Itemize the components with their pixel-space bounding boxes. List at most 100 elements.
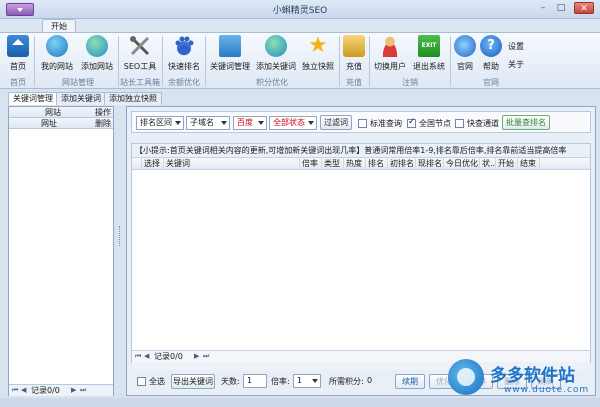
add-site-button[interactable]: 添加网站 [78,35,116,72]
column-today-opt[interactable]: 今日优化 [444,158,480,170]
column-select[interactable]: 选择 [142,158,164,170]
status-select[interactable]: 全部状态 [269,116,317,130]
precise-query-label: 标准查询 [370,119,402,128]
help-icon: ? [480,35,502,57]
first-page-icon[interactable]: ⏮ [135,351,141,362]
seo-tools-button[interactable]: SEO工具 [122,35,158,72]
engine-value: 百度 [237,118,253,127]
quick-rank-button[interactable]: 快速排名 [166,35,202,72]
sort-select[interactable]: 排名区间 [136,116,184,130]
tools-icon-svg [130,36,150,56]
group-label-points-opt: 积分优化 [256,78,288,87]
continue-button[interactable]: 续期 [395,374,425,389]
select-all-checkbox[interactable] [137,377,146,386]
all-nodes-label: 全国节点 [419,119,451,128]
home-button[interactable]: 首页 [6,35,30,72]
close-button[interactable]: ✕ [574,2,594,14]
prev-page-icon[interactable]: ◀ [144,351,149,362]
panel-splitter[interactable] [117,106,123,396]
about-button[interactable]: 关于 [506,59,526,70]
home-icon [7,35,29,57]
days-input[interactable]: 1 [243,374,267,388]
column-end[interactable]: 结束 [518,158,540,170]
filter-words-button[interactable]: 过滤词 [320,115,352,130]
exit-system-button[interactable]: EXIT 退出系统 [411,35,447,72]
title-bar: 小蝌精灵SEO – □ ✕ [0,0,600,19]
column-heat[interactable]: 热度 [344,158,366,170]
grid-header: 选择 关键词 倍率 类型 热度 排名 初排名 现排名 今日优化 状... 开始 … [132,158,590,170]
all-nodes-checkbox[interactable] [407,117,416,128]
fast-channel-label: 快查通道 [467,119,499,128]
globe-plus-icon [265,35,287,57]
column-keyword[interactable]: 关键词 [164,158,300,170]
recharge-button[interactable]: 充值 [342,35,366,72]
batch-rank-button[interactable]: 批量查排名 [502,115,550,130]
help-button[interactable]: ? 帮助 [480,35,502,72]
next-page-icon[interactable]: ▶ [194,351,199,362]
splitter-grip [119,226,121,246]
site-list-header: 网站 操作 [9,107,113,118]
group-label-site-manage: 网站管理 [62,78,94,87]
snapshot-label: 独立快照 [302,62,334,71]
snapshot-button[interactable]: ★ 独立快照 [300,35,336,72]
group-label-home: 首页 [10,78,26,87]
watermark-name: 多多软件站 [490,366,575,386]
network-icon [219,35,241,57]
settings-button[interactable]: 设置 [506,41,526,52]
precise-query-checkbox[interactable] [358,119,367,128]
minimize-button[interactable]: – [536,2,550,14]
tab-start[interactable]: 开始 [42,19,76,33]
panel-tab-row: 关键词管理 添加关键词 添加独立快照 [0,90,600,105]
column-rate[interactable]: 倍率 [300,158,322,170]
column-start[interactable]: 开始 [496,158,518,170]
ribbon: 首页 我的网站 添加网站 SEO工具 快速排名 关键词管理 添加关键词 ★ 独立… [0,32,600,89]
site-list-subheader: 网址 删除 [9,118,113,129]
add-keyword-button[interactable]: 添加关键词 [254,35,298,72]
add-site-label: 添加网站 [81,62,113,71]
ribbon-tab-row: 开始 [0,19,600,33]
chevron-down-icon [308,121,314,125]
seo-tools-label: SEO工具 [123,62,157,71]
watermark-logo-icon [448,359,484,395]
official-site-button[interactable]: 官网 [454,35,476,72]
tab-add-keyword[interactable]: 添加关键词 [56,92,106,105]
money-icon [343,35,365,57]
last-page-icon[interactable]: ⏭ [203,351,209,362]
keyword-manage-button[interactable]: 关键词管理 [208,35,252,72]
column-type[interactable]: 类型 [322,158,344,170]
maximize-button[interactable]: □ [554,2,568,14]
keyword-panel: 排名区间 子域名 百度 全部状态 过滤词 标准查询 全国节点 快查通道 批量查排… [126,106,596,396]
first-page-icon[interactable]: ⏮ [12,385,18,396]
engine-select[interactable]: 百度 [233,116,267,130]
fast-channel-checkbox[interactable] [455,119,464,128]
column-current-rank[interactable]: 现排名 [416,158,444,170]
group-label-logout: 注销 [402,78,418,87]
column-action: 操作 [95,108,111,117]
tab-add-snapshot[interactable]: 添加独立快照 [104,92,162,105]
column-initial-rank[interactable]: 初排名 [388,158,416,170]
column-status[interactable]: 状... [480,158,496,170]
subdomain-value: 子域名 [190,118,214,127]
rate-select[interactable]: 1 [293,374,321,388]
group-label-recharge: 充值 [346,78,362,87]
switch-user-label: 切换用户 [374,62,406,71]
switch-user-button[interactable]: 切换用户 [372,35,408,72]
chevron-down-icon [312,379,318,383]
my-sites-button[interactable]: 我的网站 [38,35,76,72]
grid-record-count: 记录0/0 [154,352,183,361]
export-keywords-button[interactable]: 导出关键词 [171,374,215,389]
group-label-balance-opt: 余额优化 [168,78,200,87]
next-page-icon[interactable]: ▶ [71,385,76,396]
prev-page-icon[interactable]: ◀ [21,385,26,396]
select-all-label: 全选 [149,377,165,386]
my-sites-label: 我的网站 [41,62,73,71]
points-value: 0 [367,376,373,385]
tab-keyword-manage[interactable]: 关键词管理 [8,92,58,105]
subdomain-select[interactable]: 子域名 [186,116,230,130]
exit-system-label: 退出系统 [413,62,445,71]
last-page-icon[interactable]: ⏭ [80,385,86,396]
column-url: 网址 [41,119,57,128]
chevron-down-icon [221,121,227,125]
chevron-down-icon [175,121,181,125]
column-rank[interactable]: 排名 [366,158,388,170]
